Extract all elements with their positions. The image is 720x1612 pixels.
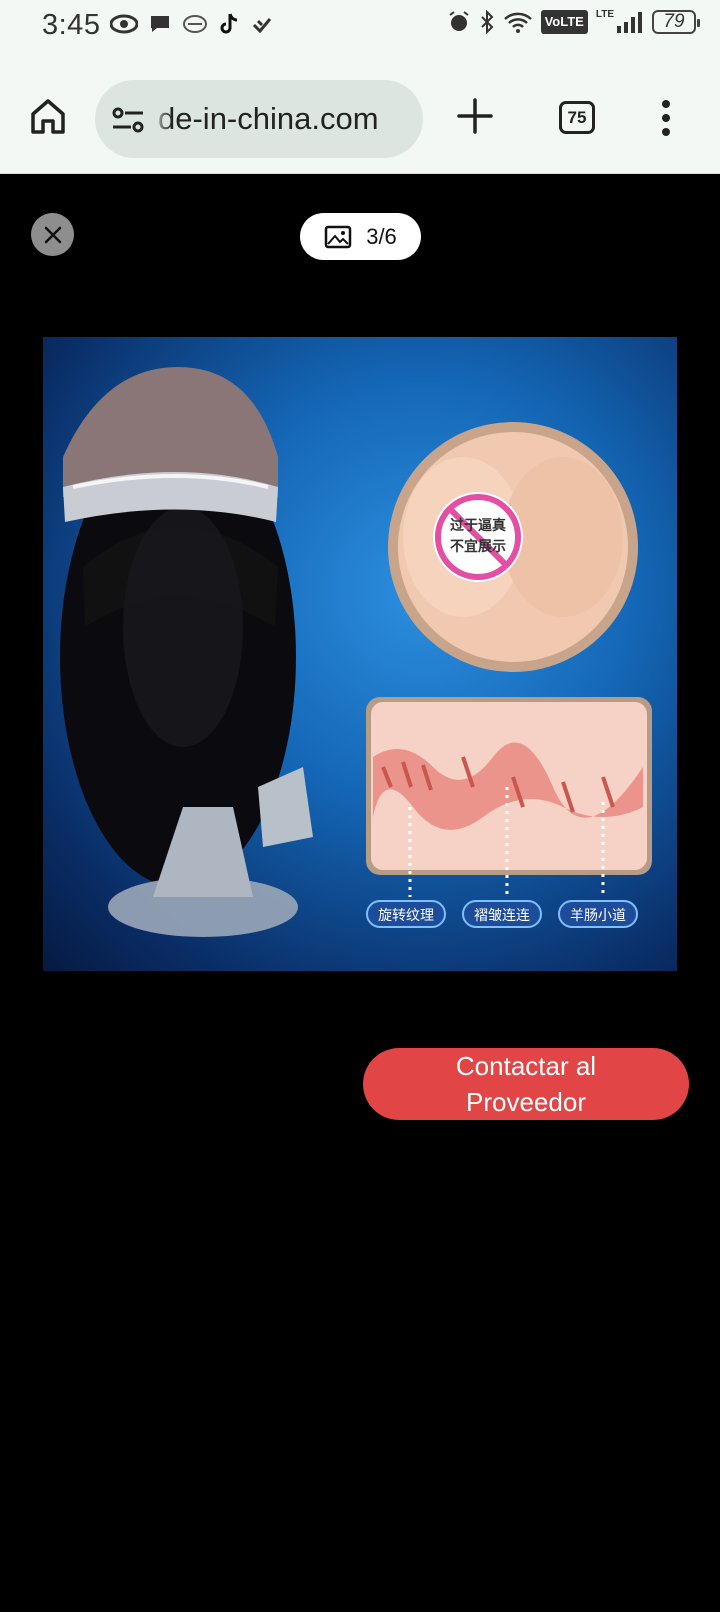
address-bar[interactable]: de-in-china.com bbox=[95, 80, 423, 158]
bluetooth-icon bbox=[480, 10, 494, 34]
plus-icon[interactable] bbox=[455, 96, 495, 136]
eye-icon bbox=[110, 14, 138, 34]
texture-label-3: 羊肠小道 bbox=[570, 908, 626, 924]
chat-bubble-icon bbox=[151, 16, 169, 32]
tiktok-icon bbox=[220, 13, 238, 34]
site-info-icon[interactable] bbox=[111, 105, 145, 135]
alarm-icon bbox=[448, 11, 469, 31]
tabs-button[interactable]: 75 bbox=[559, 101, 595, 134]
url-fade bbox=[150, 80, 172, 158]
counter-text: 3/6 bbox=[366, 223, 397, 249]
home-icon[interactable] bbox=[28, 96, 68, 136]
texture-label-1: 旋转纹理 bbox=[378, 908, 434, 924]
battery-icon: 79 bbox=[652, 10, 700, 34]
image-counter: 3/6 bbox=[300, 213, 421, 260]
close-button[interactable] bbox=[31, 213, 74, 256]
contact-button-label: Contactar al Proveedor bbox=[455, 1051, 597, 1117]
url-text: de-in-china.com bbox=[158, 101, 379, 136]
contact-supplier-button[interactable]: Contactar al Proveedor bbox=[363, 1048, 689, 1120]
notification-icons bbox=[110, 12, 274, 36]
lte-label: LTE bbox=[595, 8, 614, 20]
handshake-icon bbox=[183, 15, 207, 33]
wifi-icon bbox=[503, 12, 532, 33]
badge-line-2: 不宜展示 bbox=[450, 538, 506, 555]
status-bar: 3:45 VoLTE LTE 79 bbox=[0, 0, 720, 56]
heart-check-icon bbox=[252, 18, 272, 34]
product-illustration: 过于逼真 不宜展示 旋转纹理 褶皱连连 羊肠小道 bbox=[60, 367, 652, 937]
status-time: 3:45 bbox=[42, 9, 101, 41]
tab-count: 75 bbox=[567, 107, 587, 127]
browser-toolbar: de-in-china.com 75 bbox=[0, 56, 720, 174]
battery-level: 79 bbox=[663, 11, 685, 32]
badge-line-1: 过于逼真 bbox=[450, 517, 506, 534]
signal-icon bbox=[617, 12, 642, 33]
texture-label-2: 褶皱连连 bbox=[474, 908, 530, 924]
image-icon bbox=[324, 225, 352, 248]
product-photo: 过于逼真 不宜展示 旋转纹理 褶皱连连 羊肠小道 bbox=[43, 337, 677, 971]
close-icon bbox=[44, 226, 61, 243]
volte-badge: VoLTE bbox=[540, 10, 588, 34]
system-icons: VoLTE LTE 79 bbox=[447, 8, 700, 34]
more-vert-icon[interactable] bbox=[658, 98, 674, 138]
